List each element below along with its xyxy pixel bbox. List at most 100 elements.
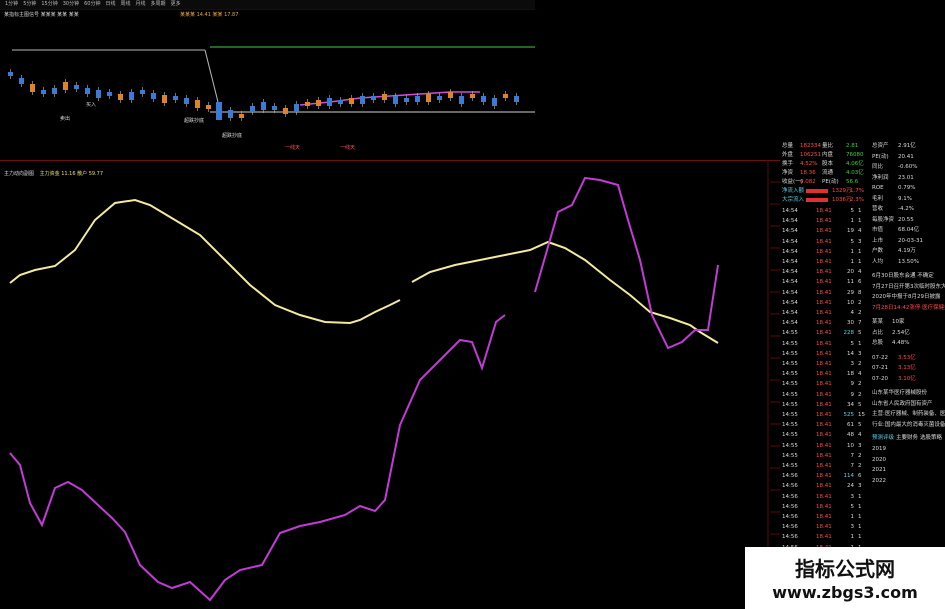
tick-volume: 10	[847, 442, 854, 449]
period-tab[interactable]: 周线	[121, 0, 131, 9]
tick-volume: 19	[847, 228, 854, 235]
chart-annotation: 卖出	[60, 116, 71, 122]
tick-price: 18.41	[816, 208, 832, 214]
finance-value: 20-03-31	[898, 237, 923, 244]
dividend-value: 3.53亿	[898, 354, 916, 361]
period-tab[interactable]: 1分钟	[5, 0, 18, 9]
candlestick	[437, 93, 442, 103]
tick-price: 18.41	[816, 412, 832, 418]
finance-label: 每股净资	[872, 216, 895, 223]
finance-label: 户数	[872, 248, 884, 254]
tick-count: 6	[858, 473, 862, 480]
candlestick	[52, 85, 57, 97]
tick-volume: 24	[847, 483, 854, 490]
tick-price: 18.41	[816, 228, 832, 235]
yellow-indicator-line	[411, 240, 719, 344]
tick-price: 18.41	[816, 340, 832, 347]
tick-count: 4	[858, 432, 862, 439]
candlestick	[129, 89, 134, 103]
quote-value: 182334	[800, 143, 821, 149]
tick-time: 14:54	[782, 238, 798, 245]
tick-time: 14:55	[782, 452, 798, 459]
candlestick	[162, 92, 167, 106]
tick-volume: 3	[850, 493, 855, 500]
tick-volume: 525	[843, 412, 855, 418]
tick-time: 14:55	[782, 463, 798, 469]
fund-flow-value: 1036万	[832, 197, 852, 203]
tick-volume: 7	[850, 463, 855, 469]
quote-label: 流通	[822, 170, 834, 176]
dividend-value: 3.13亿	[898, 365, 916, 371]
quote-value: 18.36	[800, 170, 816, 176]
tick-volume: 114	[843, 473, 855, 480]
finance-label: 毛利	[872, 195, 884, 202]
tick-time: 14:54	[782, 248, 798, 255]
tick-volume: 3	[850, 524, 855, 531]
candlestick	[8, 69, 13, 79]
forecast-tab[interactable]: 主要财务	[896, 434, 918, 443]
tick-price: 18.41	[816, 330, 832, 337]
tick-count: 4	[858, 269, 862, 276]
chart-annotation: 超跌抄底	[222, 133, 243, 139]
period-tab[interactable]: 更多	[171, 0, 181, 9]
tick-time: 14:54	[782, 208, 798, 214]
fund-flow-pct: 1.7%	[850, 188, 864, 194]
candlestick	[338, 97, 343, 107]
period-tab[interactable]: 多周期	[151, 0, 166, 9]
resistance-line	[204, 49, 219, 103]
magenta-indicator-line	[534, 176, 719, 350]
quote-value: 4.03亿	[846, 170, 864, 176]
tick-count: 1	[858, 248, 862, 255]
dividend-value: 3.10亿	[898, 375, 916, 382]
holder-value: 4.48%	[892, 340, 910, 346]
tick-count: 1	[858, 208, 862, 214]
tick-volume: 228	[843, 330, 855, 337]
fund-flow-bar	[806, 189, 828, 193]
holder-label: 总股	[872, 340, 884, 346]
tick-count: 2	[858, 361, 862, 367]
quote-label: 内盘	[822, 152, 834, 158]
indicator-chart[interactable]	[0, 160, 780, 609]
tick-volume: 14	[847, 350, 854, 357]
tick-time: 14:55	[782, 412, 798, 418]
candlestick	[294, 101, 299, 115]
kline-chart[interactable]	[0, 10, 535, 160]
candlestick	[140, 87, 145, 97]
candlestick	[481, 93, 486, 105]
tick-volume: 48	[847, 432, 854, 439]
indicator-values: 主力资金 11.16 散户 59.77	[39, 171, 104, 177]
tick-time: 14:55	[782, 330, 798, 337]
candlestick	[349, 95, 354, 107]
tick-price: 18.41	[816, 401, 832, 408]
tick-time: 14:55	[782, 442, 798, 449]
tick-time: 14:55	[782, 422, 798, 429]
business-item: 山东某华医疗器械股份	[872, 390, 928, 396]
candlestick	[283, 105, 288, 117]
tick-price: 18.41	[816, 473, 832, 480]
tick-volume: 18	[847, 371, 854, 378]
quote-label: 换手	[782, 161, 794, 167]
forecast-tab[interactable]: 预测评级	[872, 434, 894, 443]
period-tab[interactable]: 30分钟	[63, 0, 79, 9]
candlestick	[96, 87, 101, 101]
candlestick	[195, 97, 200, 111]
tick-volume: 5	[850, 503, 855, 510]
tick-time: 14:56	[782, 534, 798, 541]
candlestick	[184, 95, 189, 107]
tick-price: 18.41	[816, 381, 832, 388]
period-tab[interactable]: 日线	[106, 0, 116, 9]
finance-label: 营收	[872, 206, 884, 212]
period-tab[interactable]: 60分钟	[84, 0, 100, 9]
tick-time: 14:55	[782, 391, 798, 398]
period-tab[interactable]: 15分钟	[41, 0, 57, 9]
candlestick	[228, 107, 233, 121]
period-tab[interactable]: 5分钟	[23, 0, 36, 9]
candlestick	[514, 93, 519, 105]
period-tab[interactable]: 月线	[136, 0, 146, 9]
finance-value: 4.19万	[898, 248, 916, 254]
candlestick	[503, 91, 508, 101]
tick-time: 14:56	[782, 493, 798, 500]
forecast-tab[interactable]: 选股策略	[920, 434, 942, 443]
tick-price: 18.41	[816, 361, 832, 367]
tick-count: 1	[858, 514, 862, 520]
